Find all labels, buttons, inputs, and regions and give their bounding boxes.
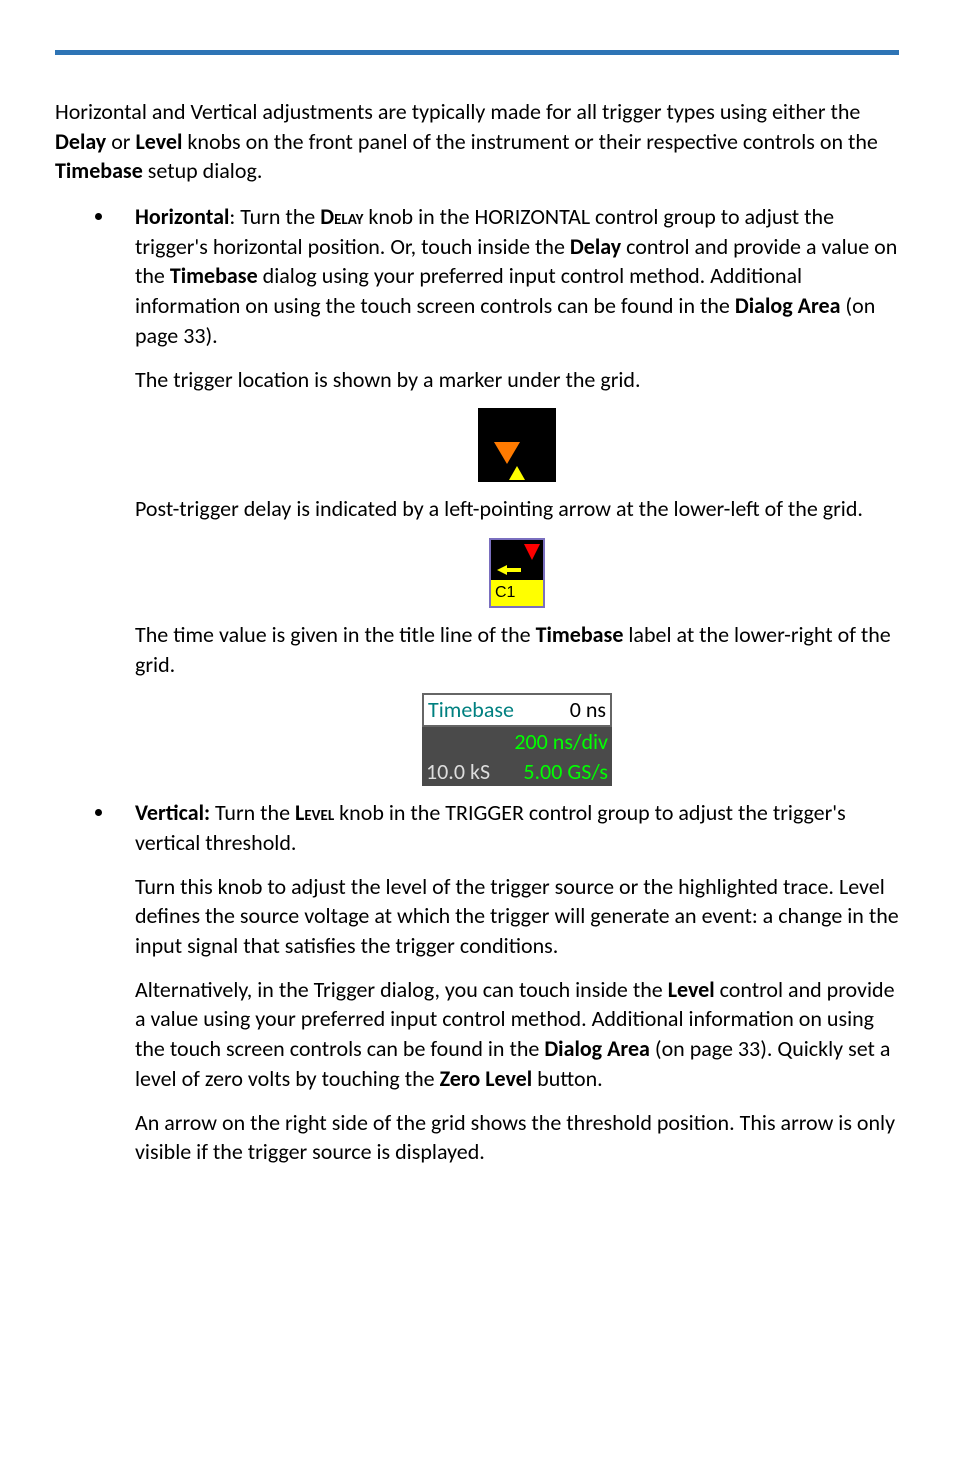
figure-post-trigger: C1 — [135, 538, 899, 608]
bold-timebase: Timebase — [170, 262, 258, 289]
timebase-row-2: 10.0 kS 5.00 GS/s — [422, 757, 612, 787]
figure-timebase-label: Timebase 0 ns 200 ns/div 10.0 kS 5.00 GS… — [135, 693, 899, 786]
bold-level: Level — [668, 976, 715, 1003]
timebase-scale: 200 ns/div — [514, 727, 608, 757]
trigger-marker-icon — [524, 544, 540, 560]
figure-trigger-marker — [135, 408, 899, 482]
text: or — [106, 128, 135, 155]
intro-paragraph: Horizontal and Vertical adjustments are … — [55, 97, 899, 186]
timebase-samples: 10.0 kS — [426, 757, 490, 787]
timebase-row-1: 200 ns/div — [422, 727, 612, 757]
horizontal-p2: The trigger location is shown by a marke… — [135, 365, 899, 395]
text: The time value is given in the title lin… — [135, 621, 536, 648]
grid-marker-icon — [509, 466, 525, 480]
smallcaps-delay: Delay — [320, 203, 363, 230]
bullet-icon — [95, 213, 102, 220]
list-item-horizontal: Horizontal: Turn the Delay knob in the H… — [95, 202, 899, 786]
header-rule — [55, 50, 899, 55]
horizontal-lead: Horizontal: Turn the Delay knob in the H… — [135, 202, 899, 350]
vertical-p4: An arrow on the right side of the grid s… — [135, 1108, 899, 1167]
arrow-shaft — [507, 568, 521, 572]
text: setup dialog. — [143, 157, 263, 184]
bullet-icon — [95, 809, 102, 816]
bullet-list: Horizontal: Turn the Delay knob in the H… — [95, 202, 899, 1167]
bold-delay: Delay — [570, 233, 621, 260]
timebase-title-value: 0 ns — [570, 695, 606, 725]
timebase-title: Timebase — [428, 695, 514, 725]
horizontal-p4: The time value is given in the title lin… — [135, 620, 899, 679]
text: Turn the — [210, 799, 295, 826]
vertical-p3: Alternatively, in the Trigger dialog, yo… — [135, 975, 899, 1094]
text: button. — [532, 1065, 603, 1092]
vertical-p2: Turn this knob to adjust the level of th… — [135, 872, 899, 961]
bold-zero-level: Zero Level — [440, 1065, 533, 1092]
bold-level: Level — [135, 128, 182, 155]
vertical-lead: Vertical: Turn the Level knob in the TRI… — [135, 798, 899, 857]
bold-dialog-area: Dialog Area — [735, 292, 841, 319]
arrow-left-icon — [497, 565, 507, 575]
bold-dialog-area: Dialog Area — [544, 1035, 650, 1062]
text: Horizontal and Vertical adjustments are … — [55, 98, 860, 125]
bold-timebase: Timebase — [55, 157, 143, 184]
text: Alternatively, in the Trigger dialog, yo… — [135, 976, 668, 1003]
timebase-rate: 5.00 GS/s — [523, 757, 608, 787]
text: : Turn the — [229, 203, 320, 230]
channel-label: C1 — [491, 580, 543, 606]
bold-delay: Delay — [55, 128, 106, 155]
bold-vertical: Vertical: — [135, 799, 210, 826]
bold-horizontal: Horizontal — [135, 203, 229, 230]
list-item-vertical: Vertical: Turn the Level knob in the TRI… — [95, 798, 899, 1167]
trigger-marker-icon — [494, 442, 520, 464]
horizontal-p3: Post-trigger delay is indicated by a lef… — [135, 494, 899, 524]
smallcaps-level: Level — [295, 799, 334, 826]
bold-timebase: Timebase — [536, 621, 624, 648]
timebase-title-row: Timebase 0 ns — [422, 693, 612, 727]
text: knobs on the front panel of the instrume… — [182, 128, 877, 155]
